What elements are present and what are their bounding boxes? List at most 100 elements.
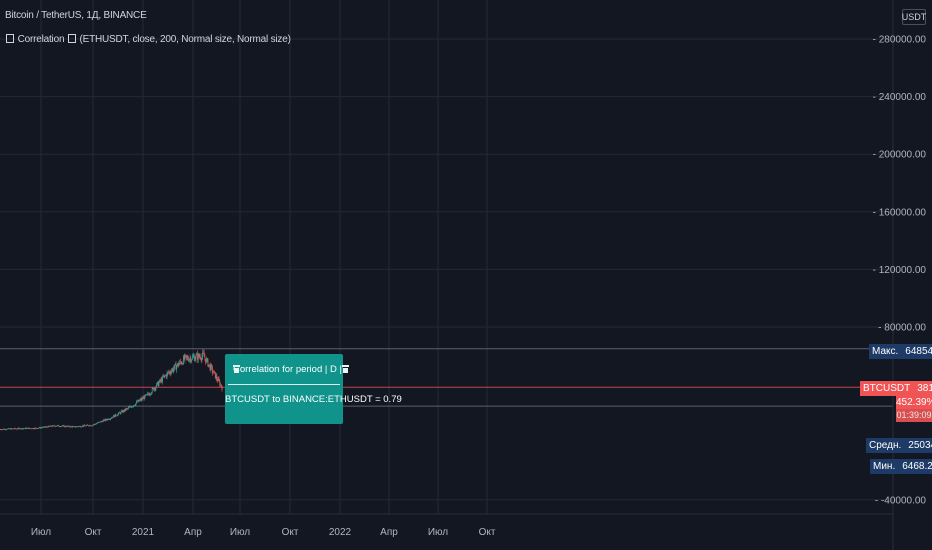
candle-body (39, 427, 41, 429)
last-symbol: BTCUSDT (860, 381, 914, 396)
candle-body (12, 428, 14, 430)
candle-body (49, 426, 51, 428)
candle-body (171, 368, 173, 371)
candle-body (136, 401, 138, 403)
indicator-legend[interactable]: Correlation (ETHUSDT, close, 200, Normal… (5, 34, 291, 45)
candle-body (133, 405, 135, 407)
x-tick-label: Апр (380, 527, 398, 538)
time-axis[interactable]: Июл Окт 2021 Апр Июл Окт 2022 Апр Июл Окт (31, 527, 496, 538)
candle-body (167, 372, 169, 374)
candle-body (86, 424, 88, 426)
candle-body (38, 427, 40, 429)
candle-body (61, 425, 63, 427)
candle-body (57, 425, 59, 426)
candle-body (177, 363, 178, 366)
candle-body (170, 372, 172, 374)
candle-body (28, 427, 30, 429)
candle-body (79, 426, 80, 427)
candle-body (41, 427, 43, 429)
candle-body (142, 398, 143, 399)
y-tick-label: - 240000.00 (873, 92, 927, 103)
candle-body (23, 428, 25, 430)
candle-body (103, 419, 105, 421)
candle-body (122, 410, 124, 413)
candle-body (185, 355, 187, 358)
candle-body (100, 421, 102, 423)
currency-unit[interactable]: USDT (902, 9, 926, 25)
bar-countdown: 01:39:09 (896, 409, 932, 422)
candle-body (148, 394, 150, 396)
candle-body (193, 356, 195, 358)
candle-body (208, 364, 210, 366)
candle-body (81, 426, 83, 428)
candle-body (58, 426, 60, 428)
max-value: 64854.00 (901, 344, 932, 359)
indicator-params: (ETHUSDT, close, 200, Normal size, Norma… (79, 34, 291, 45)
candle-body (129, 406, 131, 408)
candle-body (217, 378, 219, 382)
candle-body (219, 380, 221, 386)
candle-body (145, 394, 146, 396)
candle-body (5, 429, 7, 431)
candle-body (166, 372, 168, 377)
candle-body (118, 412, 120, 414)
candle-body (168, 371, 170, 373)
candle-body (43, 426, 45, 428)
correlation-panel-title: Correlation for period | D | (233, 363, 342, 375)
candle-body (147, 393, 149, 395)
candle-body (207, 358, 209, 367)
candle-body (116, 415, 118, 417)
candle-body (159, 379, 161, 383)
candle-body (47, 425, 49, 428)
x-tick-label: Июл (31, 527, 51, 538)
candle-body (216, 375, 218, 380)
candle-body (189, 357, 191, 360)
candle-body (113, 415, 114, 418)
candle-body (220, 384, 222, 387)
candle-body (196, 353, 198, 356)
candle-body (4, 428, 6, 430)
candle-body (53, 425, 55, 427)
x-tick-label: Июл (230, 527, 250, 538)
candle-body (92, 424, 94, 426)
last-change: 452.39% (896, 396, 932, 409)
candle-body (127, 408, 129, 410)
candle-body (141, 398, 143, 401)
candle-body (73, 426, 75, 428)
price-axis[interactable]: - 280000.00 - 240000.00 - 200000.00 - 16000… (873, 35, 927, 507)
avg-value: 25034.77 (904, 438, 932, 453)
candle-body (157, 381, 159, 386)
candle-body (90, 425, 92, 427)
candle-body (176, 365, 178, 370)
candle-body (105, 419, 106, 421)
candle-body (40, 427, 42, 429)
candle-body (62, 425, 64, 427)
avg-label: Средн. (866, 438, 905, 453)
candle-body (61, 426, 63, 427)
candle-body (9, 428, 11, 430)
symbol-legend[interactable]: Bitcoin / TetherUS, 1Д, BINANCE (5, 10, 147, 21)
candle-body (200, 356, 201, 360)
candle-body (214, 371, 215, 373)
candle-body (79, 426, 81, 427)
candle-body (4, 428, 5, 430)
candle-body (75, 426, 77, 428)
candle-body (89, 425, 91, 426)
candle-body (84, 425, 86, 427)
candle-body (212, 372, 214, 374)
candle-body (94, 423, 96, 425)
candle-body (18, 427, 20, 429)
candle-body (72, 426, 74, 428)
candle-body (54, 425, 56, 427)
candle-body (108, 419, 110, 421)
candle-body (165, 375, 166, 376)
candle-body (26, 428, 28, 429)
candle-body (139, 400, 140, 402)
settings-icon[interactable] (67, 34, 76, 43)
candle-body (56, 425, 58, 427)
candle-body (179, 361, 181, 364)
candle-body (173, 368, 175, 372)
candle-body (150, 393, 152, 395)
price-chart[interactable]: - 280000.00 - 240000.00 - 200000.00 - 16000… (0, 0, 932, 550)
candle-body (76, 426, 78, 428)
